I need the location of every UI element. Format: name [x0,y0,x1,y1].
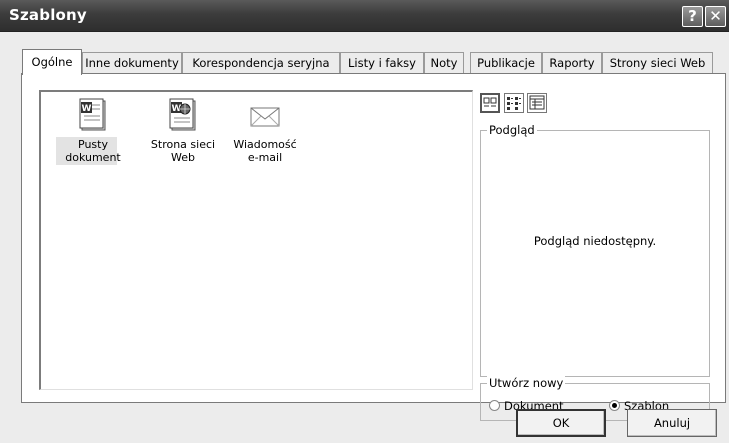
tab-memos[interactable]: Noty [424,52,464,74]
templates-dialog-window: Szablony ? ✕ Ogólne Inne dokumenty Kores… [0,0,729,443]
close-button[interactable]: ✕ [705,6,726,27]
tab-reports[interactable]: Raporty [542,52,602,74]
ok-button[interactable]: OK [516,409,606,437]
word-document-icon: W [78,98,108,132]
web-page-icon: W [168,98,198,132]
radio-template-indicator [609,400,620,411]
tab-letters-faxes[interactable]: Listy i faksy [340,52,424,74]
template-label: Strona sieci Web [143,138,223,164]
help-button[interactable]: ? [682,6,703,27]
details-view-button[interactable] [527,93,547,113]
title-bar[interactable]: Szablony ? ✕ [0,0,729,32]
tab-panel-general: W Pusty dokument W Strona sieci Web Wiad… [21,73,726,421]
tab-publications[interactable]: Publikacje [470,52,542,74]
preview-group: Podgląd Podgląd niedostępny. [480,123,710,377]
preview-group-label: Podgląd [487,123,537,137]
radio-document-indicator [489,400,500,411]
large-icons-view-button[interactable] [480,93,500,113]
details-view-icon [528,95,546,115]
template-label-line2: e-mail [247,151,283,164]
templates-list[interactable]: W Pusty dokument W Strona sieci Web Wiad… [39,90,473,390]
dialog-body: Ogólne Inne dokumenty Korespondencja ser… [0,32,729,443]
list-view-icon [505,97,523,115]
create-new-group-label: Utwórz nowy [487,376,566,390]
template-label-line2: Web [171,151,195,164]
preview-unavailable-text: Podgląd niedostępny. [533,234,657,248]
svg-text:W: W [82,104,92,114]
template-label: Wiadomość e-mail [225,138,305,164]
template-label-line1: Strona sieci [150,138,216,151]
template-label-line1: Pusty [78,138,108,151]
window-title: Szablony [9,6,87,24]
large-icons-view-icon [482,97,498,114]
tab-mail-merge[interactable]: Korespondencja seryjna [182,52,340,74]
tab-web-pages[interactable]: Strony sieci Web [602,52,713,74]
cancel-button[interactable]: Anuluj [627,409,717,437]
tab-general[interactable]: Ogólne [22,49,82,75]
list-view-button[interactable] [504,93,524,113]
template-label-line2: dokument [65,151,121,164]
template-label: Pusty dokument [53,138,133,164]
tab-other-documents[interactable]: Inne dokumenty [82,52,182,74]
template-label-line1: Wiadomość [233,138,297,151]
envelope-icon [250,98,280,132]
